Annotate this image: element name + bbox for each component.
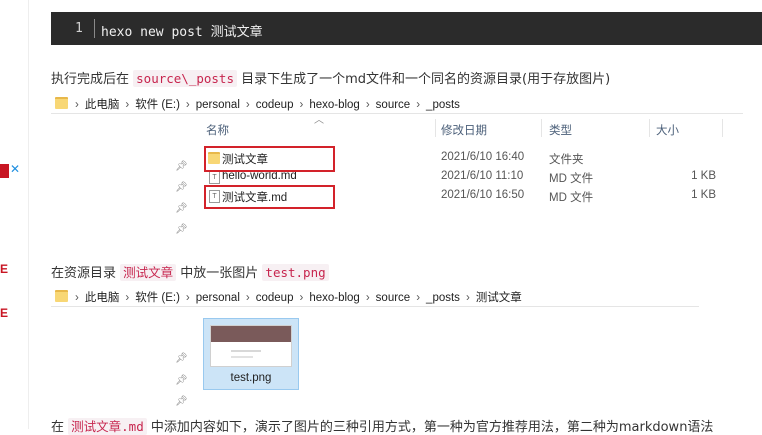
chevron-right-icon[interactable]: ›: [75, 292, 79, 304]
chevron-right-icon[interactable]: ›: [299, 292, 303, 304]
paragraph-text: 在资源目录: [51, 266, 121, 281]
column-header-size[interactable]: 大小: [656, 122, 679, 138]
breadcrumb-item[interactable]: personal: [196, 292, 240, 304]
paragraph: 在 测试文章.md 中添加内容如下，演示了图片的三种引用方式，第一种为官方推荐用…: [51, 416, 713, 435]
highlight-box: [204, 185, 335, 209]
pin-icon[interactable]: 📌︎: [175, 203, 188, 214]
paragraph-text: 在: [51, 420, 69, 435]
chevron-right-icon[interactable]: ›: [186, 292, 190, 304]
chevron-right-icon[interactable]: ›: [125, 292, 129, 304]
file-date: 2021/6/10 16:50: [441, 189, 525, 201]
address-bar[interactable]: › 此电脑 › 软件 (E:) › personal › codeup › hexo-blog › s…: [51, 93, 743, 114]
breadcrumb-item[interactable]: hexo-blog: [309, 292, 360, 304]
inline-code: 测试文章.md: [68, 418, 147, 435]
paragraph-text: 中添加内容如下，演示了图片的三种引用方式，第一种为官方推荐用法，第二种为mark…: [146, 420, 714, 435]
file-name: test.png: [230, 372, 272, 384]
breadcrumb-item[interactable]: 测试文章: [476, 292, 522, 304]
breadcrumb-item[interactable]: _posts: [426, 292, 460, 304]
highlight-box: [204, 146, 335, 172]
chevron-right-icon[interactable]: ›: [246, 292, 250, 304]
inline-code: test.png: [262, 264, 329, 281]
pin-icon[interactable]: 📌︎: [175, 224, 188, 235]
code-line: hexo new post 测试文章: [101, 25, 263, 40]
line-number: 1: [75, 21, 83, 36]
chevron-right-icon[interactable]: ›: [366, 292, 370, 304]
close-ad-icon[interactable]: ✕: [10, 162, 20, 176]
file-explorer-screenshot: › 此电脑 › 软件 (E:) › personal › codeup › hexo-blog › s…: [51, 286, 699, 410]
ad-badge[interactable]: [0, 164, 9, 178]
column-divider: [435, 119, 436, 137]
address-bar[interactable]: › 此电脑 › 软件 (E:) › personal › codeup › hexo-blog › s…: [51, 286, 699, 307]
file-type: 文件夹: [549, 154, 584, 166]
column-header-type[interactable]: 类型: [549, 122, 572, 138]
pin-icon[interactable]: 📌︎: [175, 396, 188, 407]
file-explorer-screenshot: › 此电脑 › 软件 (E:) › personal › codeup › hexo-blog › s…: [51, 93, 743, 243]
chevron-right-icon[interactable]: ›: [299, 99, 303, 111]
sidebar-mark[interactable]: E: [0, 262, 8, 276]
image-preview: [210, 325, 292, 367]
breadcrumb-item[interactable]: hexo-blog: [309, 99, 360, 111]
breadcrumb: › 此电脑 › 软件 (E:) › personal › codeup › hexo-blog › s…: [75, 289, 528, 305]
breadcrumb-item[interactable]: source: [376, 292, 411, 304]
chevron-right-icon[interactable]: ›: [246, 99, 250, 111]
file-size: 1 KB: [691, 189, 716, 201]
breadcrumb-item[interactable]: 软件 (E:): [135, 292, 180, 304]
file-type: MD 文件: [549, 173, 594, 185]
paragraph-text: 中放一张图片: [176, 266, 263, 281]
chevron-right-icon[interactable]: ›: [366, 99, 370, 111]
paragraph-text: 目录下生成了一个md文件和一个同名的资源目录(用于存放图片): [236, 72, 611, 87]
breadcrumb-item[interactable]: personal: [196, 99, 240, 111]
sidebar-mark[interactable]: E: [0, 306, 8, 320]
breadcrumb-item[interactable]: codeup: [256, 99, 294, 111]
breadcrumb: › 此电脑 › 软件 (E:) › personal › codeup › hexo-blog › s…: [75, 96, 466, 112]
image-file-thumbnail[interactable]: test.png: [203, 318, 299, 390]
left-sidebar-strip: [0, 0, 29, 429]
column-divider: [541, 119, 542, 137]
file-date: 2021/6/10 16:40: [441, 151, 525, 163]
file-size: 1 KB: [691, 170, 716, 182]
breadcrumb-item[interactable]: codeup: [256, 292, 294, 304]
code-block: 1 hexo new post 测试文章: [51, 12, 762, 45]
folder-icon: [55, 97, 68, 109]
paragraph-text: 执行完成后在: [51, 72, 134, 87]
inline-code: source\_posts: [133, 70, 237, 87]
sort-up-icon: ︿: [314, 115, 324, 126]
folder-icon: [55, 290, 68, 302]
chevron-right-icon[interactable]: ›: [466, 292, 470, 304]
inline-code: 测试文章: [120, 264, 177, 281]
column-divider: [649, 119, 650, 137]
chevron-right-icon[interactable]: ›: [416, 292, 420, 304]
text-file-icon: T: [209, 171, 220, 184]
file-type: MD 文件: [549, 192, 594, 204]
pin-icon[interactable]: 📌︎: [175, 182, 188, 193]
pin-icon[interactable]: 📌︎: [175, 375, 188, 386]
breadcrumb-item[interactable]: source: [376, 99, 411, 111]
column-divider: [722, 119, 723, 137]
paragraph: 在资源目录 测试文章 中放一张图片 test.png: [51, 262, 329, 281]
breadcrumb-item[interactable]: 软件 (E:): [135, 99, 180, 111]
chevron-right-icon[interactable]: ›: [186, 99, 190, 111]
pin-icon[interactable]: 📌︎: [175, 161, 188, 172]
chevron-right-icon[interactable]: ›: [75, 99, 79, 111]
breadcrumb-item[interactable]: 此电脑: [85, 292, 120, 304]
line-number-separator: [94, 19, 95, 38]
chevron-right-icon[interactable]: ›: [416, 99, 420, 111]
paragraph: 执行完成后在 source\_posts 目录下生成了一个md文件和一个同名的资…: [51, 68, 610, 87]
breadcrumb-item[interactable]: 此电脑: [85, 99, 120, 111]
pin-icon[interactable]: 📌︎: [175, 353, 188, 364]
breadcrumb-item[interactable]: _posts: [426, 99, 460, 111]
column-header-date[interactable]: 修改日期: [441, 122, 487, 138]
file-date: 2021/6/10 11:10: [441, 170, 524, 182]
chevron-right-icon[interactable]: ›: [125, 99, 129, 111]
column-header-name[interactable]: 名称: [206, 122, 229, 138]
